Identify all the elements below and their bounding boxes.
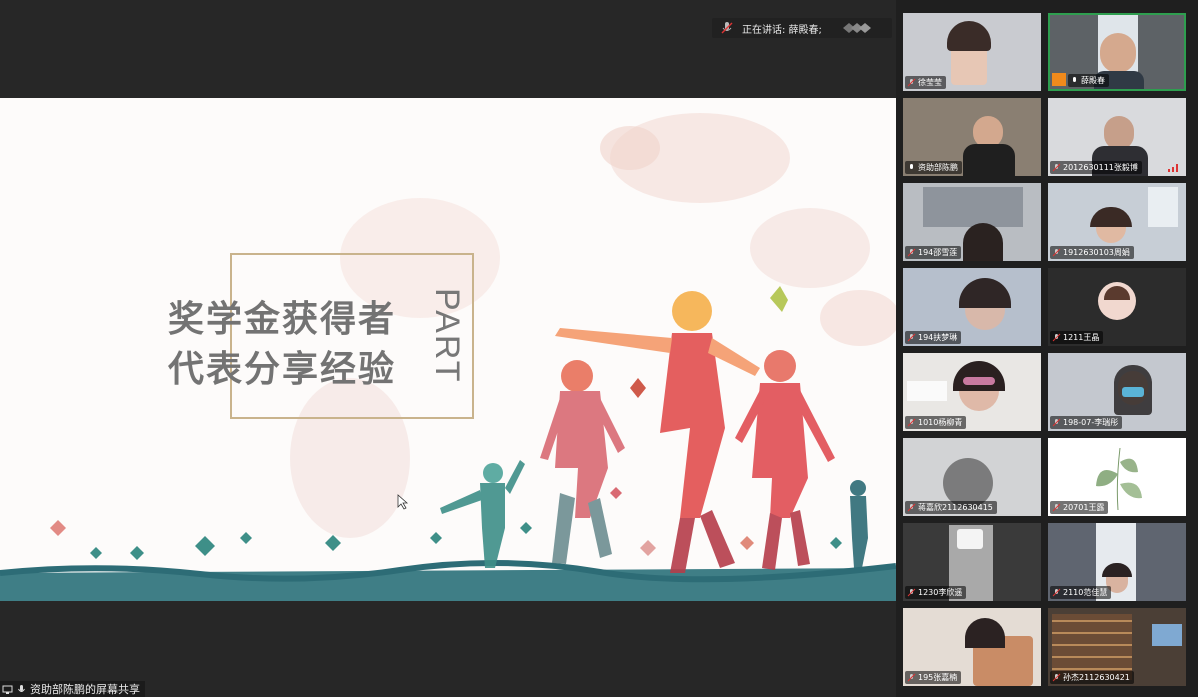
mic-muted-icon bbox=[1052, 333, 1061, 342]
participant-name-tag: 1211王晶 bbox=[1050, 331, 1104, 344]
participant-tile[interactable]: 蒋嘉欣2112630415 bbox=[903, 438, 1041, 516]
participant-tile[interactable]: 2012630111张毅博 bbox=[1048, 98, 1186, 176]
participant-tile[interactable]: 20701王露 bbox=[1048, 438, 1186, 516]
participant-tile-active-speaker[interactable]: 薛殿春 bbox=[1048, 13, 1186, 91]
participant-name-tag: 1912630103周娟 bbox=[1050, 246, 1134, 259]
participant-name-tag: 194邵雪莲 bbox=[905, 246, 962, 259]
participant-name-tag: 195张嘉楠 bbox=[905, 671, 962, 684]
view-toggle-icon[interactable] bbox=[838, 18, 878, 38]
participant-name-tag: 1010杨柳青 bbox=[905, 416, 967, 429]
participant-tile[interactable]: 198-07-李瑞彤 bbox=[1048, 353, 1186, 431]
meeting-stage: 正在讲话: 薛殿春; 奖学金获得者 代表分享经验 PART 资助部陈鹏的屏幕共享 bbox=[0, 0, 896, 697]
mic-icon bbox=[18, 684, 25, 692]
participant-tile[interactable]: 1211王晶 bbox=[1048, 268, 1186, 346]
participant-name-tag: 徐莹莹 bbox=[905, 76, 946, 89]
screen-share-icon bbox=[2, 685, 13, 694]
participant-tile[interactable]: 2110范佳慧 bbox=[1048, 523, 1186, 601]
participant-tile[interactable]: 徐莹莹 bbox=[903, 13, 1041, 91]
participant-name-tag: 1230李欣遥 bbox=[905, 586, 967, 599]
participant-name-tag: 薛殿春 bbox=[1068, 74, 1109, 87]
participant-tile[interactable]: 1230李欣遥 bbox=[903, 523, 1041, 601]
mic-muted-icon bbox=[907, 418, 916, 427]
mic-muted-icon bbox=[907, 588, 916, 597]
participant-tile[interactable]: 1010杨柳青 bbox=[903, 353, 1041, 431]
mic-muted-icon bbox=[1052, 248, 1061, 257]
participant-gallery: 徐莹莹 薛殿春 资助部陈鹏 2012630111张毅博 194邵雪莲 19126… bbox=[896, 0, 1198, 697]
mic-muted-icon bbox=[907, 78, 916, 87]
mic-muted-icon bbox=[1052, 418, 1061, 427]
mic-icon bbox=[910, 164, 913, 169]
screen-share-owner: 资助部陈鹏的屏幕共享 bbox=[30, 683, 140, 696]
participant-tile[interactable]: 194扶梦琳 bbox=[903, 268, 1041, 346]
slide-title-line-2: 代表分享经验 bbox=[168, 349, 397, 390]
signal-strength-icon bbox=[1168, 164, 1178, 172]
mic-muted-icon bbox=[1052, 673, 1061, 682]
participant-name-tag: 198-07-李瑞彤 bbox=[1050, 416, 1123, 429]
participant-name-tag: 孙杰2112630421 bbox=[1050, 671, 1134, 684]
mic-muted-icon bbox=[1052, 588, 1061, 597]
participant-name-tag: 蒋嘉欣2112630415 bbox=[905, 501, 997, 514]
participant-name-tag: 2012630111张毅博 bbox=[1050, 161, 1142, 174]
screen-share-label: 资助部陈鹏的屏幕共享 bbox=[0, 681, 145, 697]
participant-tile[interactable]: 194邵雪莲 bbox=[903, 183, 1041, 261]
mic-muted-icon bbox=[907, 503, 916, 512]
mic-muted-icon bbox=[907, 333, 916, 342]
self-avatar-icon bbox=[1052, 73, 1066, 86]
participant-name-tag: 资助部陈鹏 bbox=[905, 161, 962, 174]
mic-muted-icon bbox=[1052, 503, 1061, 512]
participant-tile[interactable]: 1912630103周娟 bbox=[1048, 183, 1186, 261]
participant-tile[interactable]: 孙杰2112630421 bbox=[1048, 608, 1186, 686]
participant-name-tag: 2110范佳慧 bbox=[1050, 586, 1112, 599]
slide-part-text: PART bbox=[428, 288, 466, 384]
mic-muted-icon bbox=[907, 248, 916, 257]
mic-muted-icon bbox=[907, 673, 916, 682]
mic-muted-icon bbox=[721, 22, 733, 34]
mic-muted-icon bbox=[1052, 163, 1061, 172]
participant-tile[interactable]: 195张嘉楠 bbox=[903, 608, 1041, 686]
participant-tile[interactable]: 资助部陈鹏 bbox=[903, 98, 1041, 176]
speaking-label: 正在讲话: 薛殿春; bbox=[742, 24, 822, 36]
mic-icon bbox=[1073, 77, 1076, 82]
participant-name-tag: 194扶梦琳 bbox=[905, 331, 962, 344]
slide-title-line-1: 奖学金获得者 bbox=[168, 299, 397, 340]
participant-name-tag: 20701王露 bbox=[1050, 501, 1109, 514]
